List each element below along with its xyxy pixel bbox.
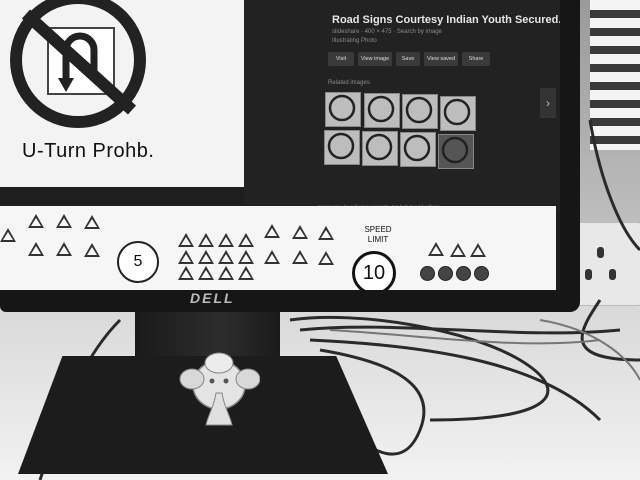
prohibition-circle-icon [474, 266, 489, 281]
warning-triangle-icon [178, 250, 194, 264]
warning-triangle-icon [84, 243, 100, 257]
warning-triangle-icon [198, 250, 214, 264]
speed-limit-label: SPEED LIMIT [364, 225, 392, 244]
monitor-screen: U-Turn Prohb. Road Signs Courtesy Indian… [0, 0, 560, 290]
warning-triangle-icon [28, 214, 44, 228]
monitor-brand-logo: DELL [190, 290, 235, 306]
warning-triangle-icon [318, 226, 334, 240]
warning-triangle-icon [56, 242, 72, 256]
warning-triangle-icon [218, 266, 234, 280]
warning-triangle-icon [292, 250, 308, 264]
warning-triangle-icon [84, 215, 100, 229]
warning-triangle-icon [218, 250, 234, 264]
warning-triangle-icon [292, 225, 308, 239]
warning-triangle-icon [218, 233, 234, 247]
warning-triangle-icon [198, 266, 214, 280]
warning-triangle-icon [238, 266, 254, 280]
prohibition-circle-icon [438, 266, 453, 281]
warning-triangle-icon [470, 243, 486, 257]
chevron-right-icon[interactable]: › [540, 88, 556, 118]
warning-triangle-icon [178, 233, 194, 247]
warning-triangle-icon [318, 251, 334, 265]
warning-triangle-icon [238, 250, 254, 264]
warning-triangle-icon [0, 228, 16, 242]
warning-triangle-icon [28, 242, 44, 256]
speed-limit-sign: 10 [352, 251, 396, 290]
prohibition-circle-icon [420, 266, 435, 281]
warning-triangle-icon [56, 214, 72, 228]
warning-triangle-icon [428, 242, 444, 256]
warning-triangle-icon [178, 266, 194, 280]
elephant-figurine [179, 352, 260, 426]
warning-triangle-icon [238, 233, 254, 247]
warning-triangle-icon [450, 243, 466, 257]
prohibition-circle-icon [456, 266, 471, 281]
speed-sign-five: 5 [117, 241, 159, 283]
warning-triangle-icon [264, 224, 280, 238]
warning-triangle-icon [198, 233, 214, 247]
warning-triangle-icon [264, 250, 280, 264]
